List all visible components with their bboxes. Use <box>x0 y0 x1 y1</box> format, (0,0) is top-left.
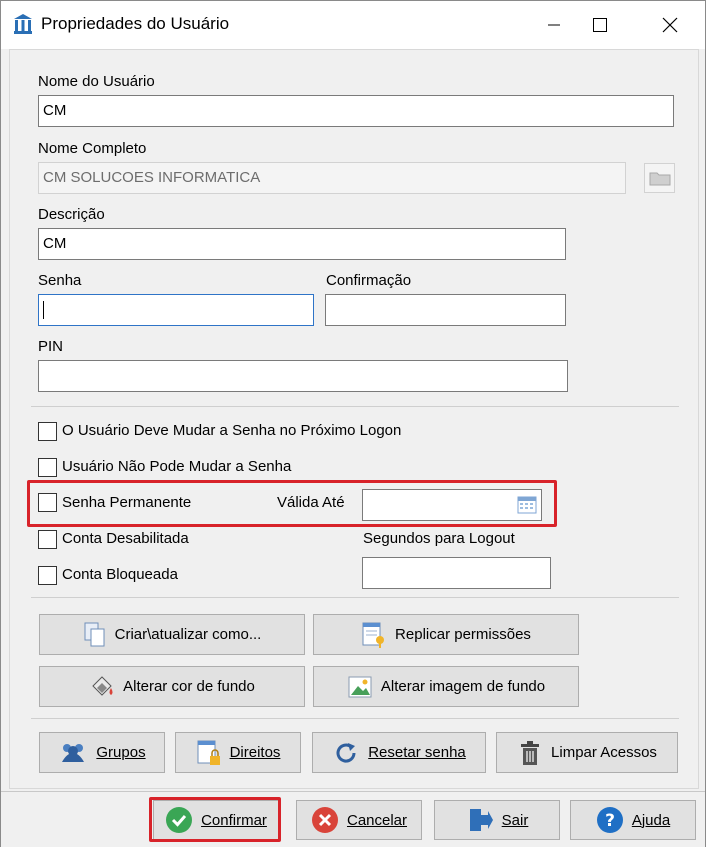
cancel-button[interactable]: Cancelar <box>296 800 422 840</box>
lock-document-icon <box>196 739 222 767</box>
account-disabled-label: Conta Desabilitada <box>62 530 189 547</box>
users-icon <box>58 740 88 766</box>
fullname-label: Nome Completo <box>38 140 147 157</box>
username-input[interactable]: CM <box>38 95 674 127</box>
separator <box>31 597 679 598</box>
help-icon: ? <box>596 806 624 834</box>
account-locked-checkbox[interactable] <box>38 566 57 585</box>
password-input[interactable] <box>38 294 314 326</box>
trash-icon <box>517 739 543 767</box>
browse-button[interactable] <box>644 163 675 193</box>
window-title: Propriedades do Usuário <box>41 14 230 33</box>
cancel-icon <box>311 806 339 834</box>
replicate-permissions-button[interactable]: Replicar permissões <box>313 614 579 655</box>
image-icon <box>347 674 373 700</box>
exit-door-icon <box>466 806 494 834</box>
refresh-icon <box>332 739 360 767</box>
text-caret <box>43 301 44 320</box>
title-bar: Propriedades do Usuário <box>1 1 705 49</box>
confirm-password-input[interactable] <box>325 294 566 326</box>
reset-password-button[interactable]: Resetar senha <box>312 732 486 773</box>
must-change-label: O Usuário Deve Mudar a Senha no Próximo … <box>62 422 402 439</box>
logout-seconds-input[interactable] <box>362 557 551 589</box>
logout-seconds-label: Segundos para Logout <box>363 530 515 547</box>
create-update-as-button[interactable]: Criar\atualizar como... <box>39 614 305 655</box>
account-disabled-checkbox[interactable] <box>38 530 57 549</box>
folder-icon <box>649 172 670 186</box>
confirm-password-label: Confirmação <box>326 272 412 289</box>
rights-button[interactable]: Direitos <box>175 732 301 773</box>
username-label: Nome do Usuário <box>38 73 155 90</box>
separator <box>31 406 679 407</box>
copy-document-icon <box>83 621 107 649</box>
clear-access-button[interactable]: Limpar Acessos <box>496 732 678 773</box>
fullname-input[interactable]: CM SOLUCOES INFORMATICA <box>38 162 626 194</box>
maximize-icon <box>593 18 607 32</box>
close-button[interactable] <box>647 1 693 49</box>
groups-button[interactable]: Grupos <box>39 732 165 773</box>
cannot-change-label: Usuário Não Pode Mudar a Senha <box>62 458 292 475</box>
description-label: Descrição <box>38 206 105 223</box>
pin-label: PIN <box>38 338 64 355</box>
account-locked-label: Conta Bloqueada <box>62 566 178 583</box>
exit-button[interactable]: Sair <box>434 800 560 840</box>
minimize-icon <box>548 24 560 26</box>
password-label: Senha <box>38 272 82 289</box>
svg-text:?: ? <box>605 811 615 831</box>
highlight-confirm <box>149 797 281 842</box>
must-change-checkbox[interactable] <box>38 422 57 441</box>
change-background-image-button[interactable]: Alterar imagem de fundo <box>313 666 579 707</box>
change-background-color-button[interactable]: Alterar cor de fundo <box>39 666 305 707</box>
separator <box>31 718 679 719</box>
help-button[interactable]: ? Ajuda <box>570 800 696 840</box>
close-icon <box>662 17 678 33</box>
minimize-button[interactable] <box>531 1 577 49</box>
user-properties-window: Propriedades do Usuário Nome do Usuário … <box>0 0 706 847</box>
highlight-permanent-password <box>27 480 557 527</box>
app-icon <box>13 13 33 35</box>
key-document-icon <box>361 621 387 649</box>
paint-bucket-icon <box>89 674 115 700</box>
description-input[interactable]: CM <box>38 228 566 260</box>
maximize-button[interactable] <box>577 1 623 49</box>
cannot-change-checkbox[interactable] <box>38 458 57 477</box>
pin-input[interactable] <box>38 360 568 392</box>
